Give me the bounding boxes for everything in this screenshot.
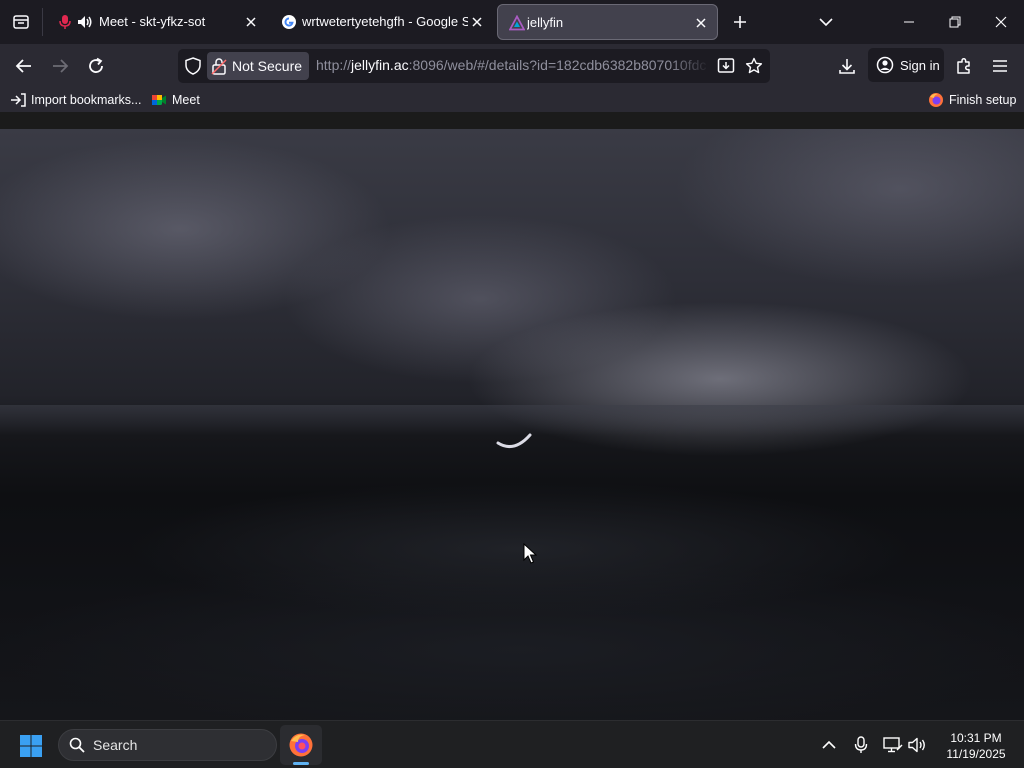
list-all-tabs-button[interactable] [812, 8, 840, 36]
loading-spinner [496, 433, 532, 449]
tab-jellyfin[interactable]: jellyfin [497, 4, 718, 40]
downloads-button[interactable] [831, 50, 863, 82]
meet-bookmark-label: Meet [172, 93, 200, 107]
sign-in-label: Sign in [900, 57, 940, 73]
close-icon[interactable] [468, 13, 486, 31]
volume-button[interactable] [906, 733, 930, 757]
url-prefix: http:// [316, 57, 352, 73]
import-icon [10, 92, 26, 108]
firefox-view-button[interactable] [0, 0, 42, 44]
tab-divider [42, 8, 43, 36]
tab-google-search[interactable]: wrtwetertyetehgfh - Google Search [270, 4, 492, 40]
google-icon [280, 13, 298, 31]
network-button[interactable] [881, 733, 905, 757]
minimize-button[interactable] [886, 0, 932, 44]
shield-icon [185, 57, 201, 75]
tab-strip: Meet - skt-yfkz-sot wrtwetertyetehgfh - … [0, 0, 1024, 44]
microphone-in-use-button[interactable] [849, 733, 873, 757]
address-bar[interactable]: Not Secure http://jellyfin.ac:8096/web/#… [178, 49, 770, 83]
jellyfin-backdrop[interactable] [0, 129, 1024, 720]
not-secure-label: Not Secure [232, 58, 303, 74]
site-security-indicator[interactable]: Not Secure [207, 52, 309, 80]
url-path: :8096/web/#/details?id=182cdb6382b807010… [408, 57, 707, 73]
close-icon[interactable] [242, 13, 260, 31]
tab-label: wrtwetertyetehgfh - Google Search [302, 14, 468, 29]
extensions-button[interactable] [948, 50, 980, 82]
bookmark-star-button[interactable] [742, 54, 766, 78]
close-window-button[interactable] [978, 0, 1024, 44]
new-tab-button[interactable] [726, 8, 754, 36]
bookmarks-toolbar: Import bookmarks... Meet Finish setup [0, 88, 1024, 112]
star-icon [745, 57, 763, 74]
taskbar-clock[interactable]: 10:31 PM 11/19/2025 [938, 730, 1014, 762]
meet-bookmark[interactable]: Meet [151, 91, 200, 109]
broken-lock-icon [211, 58, 227, 75]
tab-label: Meet - skt-yfkz-sot [99, 14, 206, 29]
import-bookmarks-label: Import bookmarks... [31, 93, 142, 107]
start-button[interactable] [14, 731, 48, 761]
reload-icon [89, 57, 103, 73]
arrow-left-icon [15, 59, 31, 73]
microphone-icon[interactable] [56, 13, 74, 31]
search-icon [69, 737, 85, 753]
url-text[interactable]: http://jellyfin.ac:8096/web/#/details?id… [316, 57, 710, 73]
firefox-view-icon [13, 15, 29, 29]
jellyfin-icon [508, 14, 526, 32]
speaker-icon[interactable] [76, 13, 94, 31]
windows-logo-icon [20, 735, 42, 757]
tab-label: jellyfin [527, 15, 564, 30]
minimize-icon [904, 21, 914, 23]
sign-in-button[interactable]: Sign in [868, 48, 944, 82]
taskbar-search-box[interactable]: Search [58, 729, 277, 761]
microphone-icon [854, 736, 868, 753]
clock-time: 10:31 PM [950, 731, 1002, 745]
restore-icon [949, 16, 961, 28]
plus-icon [734, 16, 746, 28]
arrow-right-icon [53, 59, 69, 73]
tab-meet[interactable]: Meet - skt-yfkz-sot [46, 4, 268, 40]
speaker-icon [908, 737, 925, 753]
url-host: jellyfin.ac [351, 57, 409, 73]
mouse-cursor-icon [523, 543, 537, 564]
download-icon [839, 59, 855, 74]
install-app-button[interactable] [714, 54, 738, 78]
puzzle-icon [957, 57, 970, 74]
account-icon [876, 56, 894, 74]
install-icon [717, 58, 735, 73]
page-top-strip [0, 112, 1024, 129]
hamburger-menu-icon [993, 60, 1007, 72]
import-bookmarks-item[interactable]: Import bookmarks... [10, 91, 141, 109]
chevron-up-icon [822, 740, 836, 749]
search-label: Search [93, 737, 138, 753]
google-meet-icon [151, 92, 167, 108]
running-app-indicator [293, 762, 309, 765]
reload-button[interactable] [80, 50, 112, 82]
url-fade [668, 53, 710, 79]
close-icon[interactable] [692, 14, 710, 32]
firefox-icon [928, 92, 944, 108]
clock-date: 11/19/2025 [946, 747, 1006, 761]
taskbar-firefox-app[interactable] [280, 725, 322, 765]
network-icon [883, 737, 903, 753]
back-button[interactable] [8, 50, 40, 82]
close-icon [995, 16, 1007, 28]
finish-setup-item[interactable]: Finish setup [928, 91, 1016, 109]
show-hidden-icons-button[interactable] [817, 733, 841, 757]
forward-button[interactable] [44, 50, 76, 82]
app-menu-button[interactable] [984, 50, 1016, 82]
navigation-toolbar: Not Secure http://jellyfin.ac:8096/web/#… [0, 44, 1024, 88]
finish-setup-label: Finish setup [949, 93, 1017, 107]
windows-taskbar: Search 10:31 PM 11/19/2025 [0, 720, 1024, 768]
firefox-icon [289, 733, 313, 757]
tracking-protection-button[interactable] [182, 55, 204, 77]
chevron-down-icon [819, 18, 833, 27]
restore-button[interactable] [932, 0, 978, 44]
